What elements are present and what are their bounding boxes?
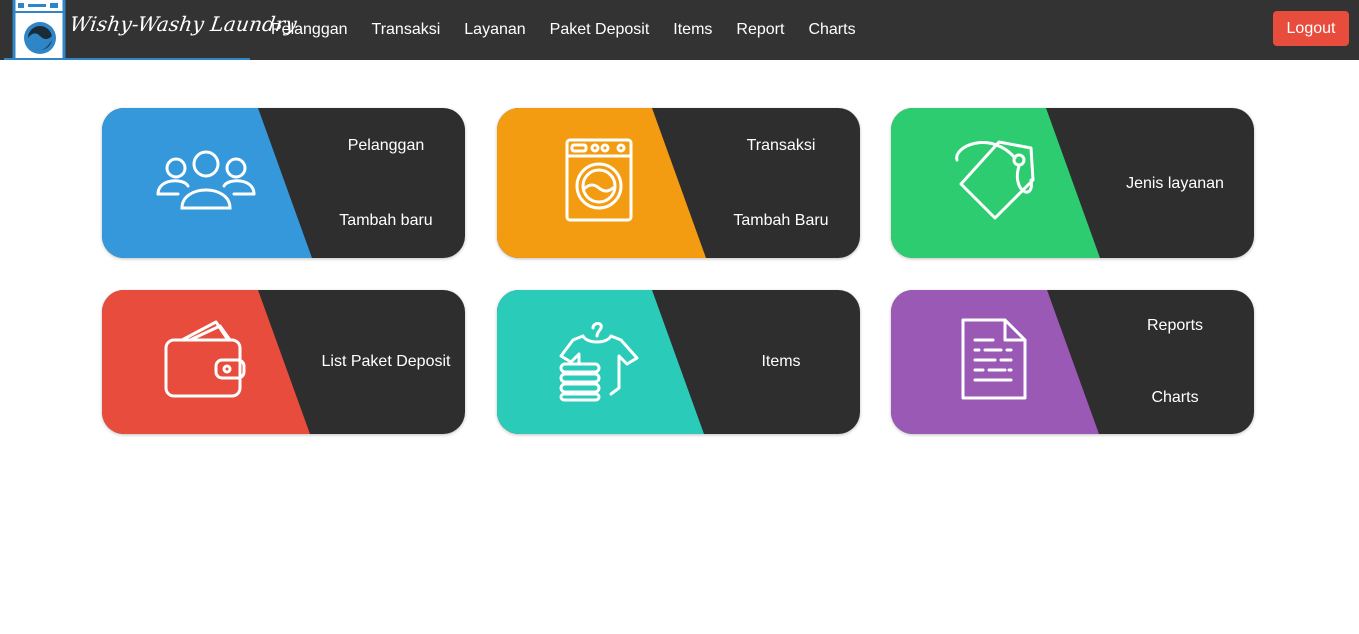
brand-underline — [4, 58, 250, 60]
users-icon — [156, 150, 256, 210]
logout-button[interactable]: Logout — [1273, 11, 1349, 46]
link-jenis-layanan[interactable]: Jenis layanan — [1085, 175, 1254, 193]
washing-machine-logo-icon — [12, 0, 66, 60]
card-items: Items — [497, 290, 860, 434]
brand-logo[interactable]: Wishy-Washy Laundry — [4, 0, 298, 60]
card-layanan: Jenis layanan — [891, 108, 1254, 258]
link-reports[interactable]: Reports — [1085, 317, 1254, 335]
nav-layanan[interactable]: Layanan — [464, 21, 525, 39]
card-pelanggan: Pelanggan Tambah baru — [102, 108, 465, 258]
wallet-icon — [164, 320, 246, 398]
nav-charts[interactable]: Charts — [808, 21, 855, 39]
nav-items[interactable]: Items — [673, 21, 712, 39]
nav-paket-deposit[interactable]: Paket Deposit — [550, 21, 650, 39]
link-tambah-baru-transaksi[interactable]: Tambah Baru — [691, 212, 860, 230]
link-pelanggan[interactable]: Pelanggan — [296, 137, 465, 155]
tag-icon — [955, 140, 1035, 220]
card-color-panel — [497, 108, 706, 258]
nav-pelanggan[interactable]: Pelanggan — [271, 21, 348, 39]
washing-machine-icon — [565, 138, 633, 222]
link-items[interactable]: Items — [691, 353, 860, 371]
link-charts[interactable]: Charts — [1085, 389, 1254, 407]
link-list-paket-deposit[interactable]: List Paket Deposit — [296, 353, 465, 371]
card-reports: Reports Charts — [891, 290, 1254, 434]
nav-report[interactable]: Report — [736, 21, 784, 39]
card-paket-deposit: List Paket Deposit — [102, 290, 465, 434]
nav-menu: Pelanggan Transaksi Layanan Paket Deposi… — [271, 0, 880, 60]
document-icon — [961, 318, 1027, 400]
card-transaksi: Transaksi Tambah Baru — [497, 108, 860, 258]
link-transaksi[interactable]: Transaksi — [691, 137, 860, 155]
link-tambah-baru-pelanggan[interactable]: Tambah baru — [296, 212, 465, 230]
navbar: Wishy-Washy Laundry Pelanggan Transaksi … — [0, 0, 1359, 60]
nav-transaksi[interactable]: Transaksi — [372, 21, 441, 39]
brand-name: Wishy-Washy Laundry — [68, 12, 299, 36]
clothes-icon — [559, 322, 639, 402]
card-color-panel — [891, 290, 1099, 434]
